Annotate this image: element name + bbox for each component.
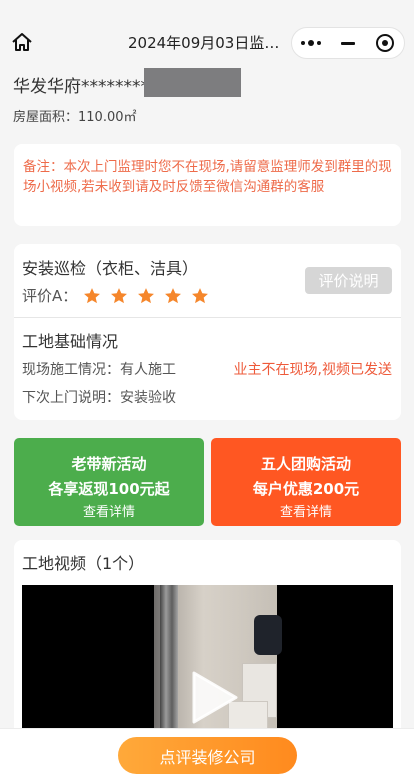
- minimize-icon[interactable]: [329, 28, 366, 58]
- review-company-button[interactable]: 点评装修公司: [118, 737, 297, 774]
- video-player[interactable]: [22, 585, 393, 745]
- star-icon: [84, 287, 101, 303]
- site-basic-title: 工地基础情况: [22, 332, 119, 351]
- site-video-card: 工地视频（1个）: [14, 540, 401, 745]
- note-card: 备注：本次上门监理时您不在现场,请留意监理师发到群里的现场小视频,若未收到请及时…: [14, 144, 401, 226]
- evaluation-info-button[interactable]: 评价说明: [305, 267, 392, 294]
- property-area: 房屋面积：110.00㎡: [13, 110, 137, 125]
- next-visit-text: 下次上门说明：安装验收: [22, 390, 176, 406]
- note-text: 备注：本次上门监理时您不在现场,请留意监理师发到群里的现场小视频,若未收到请及时…: [23, 159, 392, 195]
- more-icon[interactable]: [292, 28, 329, 58]
- rating-row: 评价A：: [22, 285, 218, 306]
- star-icon: [192, 287, 209, 303]
- referral-promo-banner[interactable]: 老带新活动 各享返现100元起 查看详情: [14, 438, 204, 526]
- promo-title: 老带新活动: [71, 455, 147, 473]
- star-icon: [111, 287, 128, 303]
- group-buy-promo-banner[interactable]: 五人团购活动 每户优惠200元 查看详情: [211, 438, 401, 526]
- rating-stars: [83, 287, 218, 305]
- promo-subtitle: 各享返现100元起: [48, 480, 170, 498]
- owner-status-text: 业主不在现场,视频已发送: [233, 362, 392, 378]
- mini-program-capsule: [291, 27, 405, 59]
- promo-subtitle: 每户优惠200元: [252, 480, 360, 498]
- property-header: 华发华府******** 房屋面积：110.00㎡: [13, 68, 403, 125]
- close-target-icon[interactable]: [367, 28, 404, 58]
- rating-label: 评价A：: [22, 287, 78, 305]
- address-redaction-mask: [144, 68, 241, 97]
- promo-detail-link[interactable]: 查看详情: [211, 501, 401, 520]
- star-icon: [138, 287, 155, 303]
- star-icon: [165, 287, 182, 303]
- divider: [14, 317, 401, 318]
- construction-status-text: 现场施工情况：有人施工: [22, 362, 176, 378]
- promo-title: 五人团购活动: [260, 455, 351, 473]
- page-title: 2024年09月03日监理...: [128, 34, 280, 52]
- play-icon[interactable]: [190, 670, 240, 725]
- inspection-title: 安装巡检（衣柜、洁具）: [22, 259, 199, 278]
- inspection-card: 安装巡检（衣柜、洁具） 评价A： 评价说明 工地基础情况 现场施工情况：有人施工…: [14, 244, 401, 420]
- home-icon[interactable]: [10, 31, 34, 53]
- video-section-title: 工地视频（1个）: [22, 554, 145, 573]
- promo-detail-link[interactable]: 查看详情: [14, 501, 204, 520]
- bottom-action-bar: 点评装修公司: [0, 728, 414, 780]
